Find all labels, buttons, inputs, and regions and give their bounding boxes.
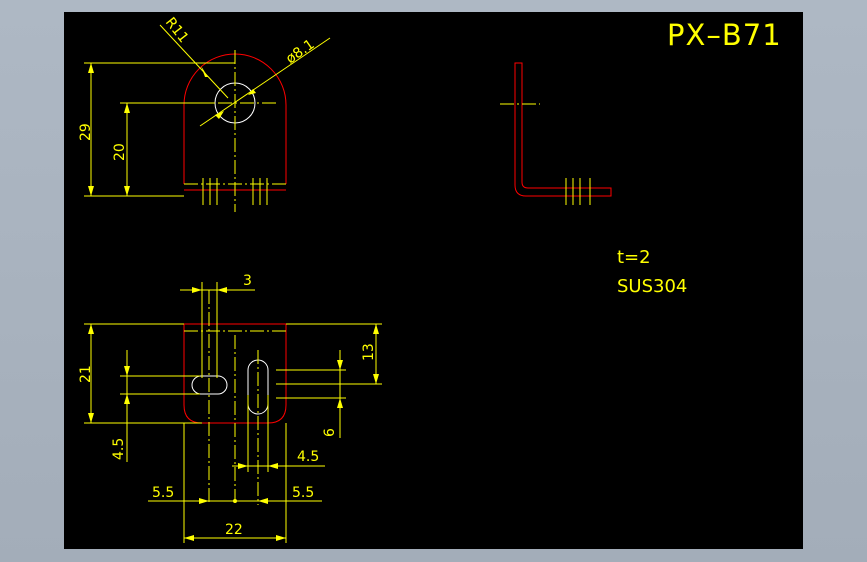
front-view: R11 ø8.1 29 20	[78, 15, 331, 212]
dim-29-arrow-top	[88, 63, 94, 73]
dim-22-label: 22	[225, 522, 243, 538]
side-view	[500, 62, 612, 205]
dim-22-arrow-left	[184, 535, 194, 541]
cad-drawing: PX–B71 t=2 SUS304 R11 ø8.1 29 20 3 21 4.…	[78, 15, 782, 543]
dim-29-label: 29	[78, 123, 94, 141]
dim-13-label: 13	[361, 343, 377, 361]
dim-3-arrow-left	[192, 287, 202, 293]
radius-arrow	[201, 66, 208, 77]
dim-4.5-right-label: 4.5	[297, 449, 319, 465]
dim-5.5-center-dot	[233, 499, 237, 503]
radius-label: R11	[162, 15, 192, 47]
material-note: SUS304	[617, 276, 687, 297]
thickness-note: t=2	[617, 247, 651, 268]
dim-5.5-arrow-right	[258, 498, 268, 504]
dim-20-label: 20	[112, 143, 128, 161]
side-outline	[514, 62, 612, 197]
radius-leader	[159, 24, 229, 99]
dim-4.5r-arrow-right	[268, 463, 278, 469]
dim-6-label: 6	[322, 428, 338, 437]
dim-5.5-arrow-left	[199, 498, 209, 504]
dim-6-arrow-bottom	[337, 398, 343, 408]
bottom-view: 3 21 4.5 13 6 4.5 5.5 5.5 22	[78, 273, 382, 543]
dim-20-arrow-bottom	[124, 186, 130, 196]
drawing-title: PX–B71	[667, 18, 782, 52]
dim-13-arrow-top	[373, 324, 379, 334]
dim-21-label: 21	[78, 365, 94, 383]
dim-22-arrow-right	[276, 535, 286, 541]
dim-4.5-left-label: 4.5	[111, 438, 127, 460]
dim-4.5r-arrow-left	[238, 463, 248, 469]
diameter-label: ø8.1	[283, 36, 317, 67]
dim-21-arrow-top	[88, 324, 94, 334]
diameter-arrow-2	[248, 89, 256, 95]
dim-5.5-left-label: 5.5	[152, 485, 174, 501]
dim-5.5-right-label: 5.5	[292, 485, 314, 501]
dim-4.5-arrow-bottom	[124, 394, 130, 404]
dim-21-arrow-bottom	[88, 413, 94, 423]
dim-3-label: 3	[243, 273, 252, 289]
dim-6-arrow-top	[337, 360, 343, 370]
dim-3-arrow-right	[217, 287, 227, 293]
dim-20-arrow-top	[124, 103, 130, 113]
dim-13-arrow-bottom	[373, 374, 379, 384]
dim-29-arrow-bottom	[88, 186, 94, 196]
dim-4.5-arrow-top	[124, 366, 130, 376]
